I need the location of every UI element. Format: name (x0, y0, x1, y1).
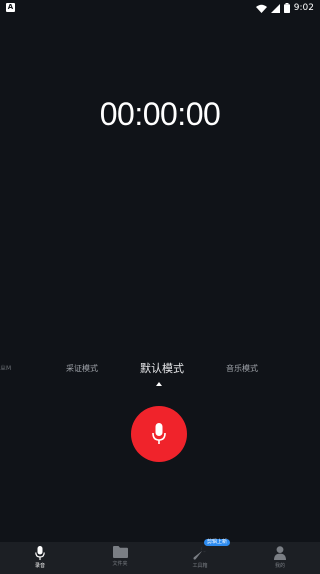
status-time: 9:02 (293, 3, 314, 13)
mode-default-selected[interactable]: 默认模式 (140, 360, 184, 378)
signal-icon (270, 3, 280, 13)
folder-icon (112, 546, 128, 558)
wifi-icon (255, 4, 267, 13)
record-button[interactable] (131, 406, 187, 462)
recorder-screen: A 9:02 00:00:00 ㄓM 采证模式 默认模式 音乐模式 录音 文件夹… (0, 0, 320, 574)
new-feature-badge: 剪辑上新 (204, 539, 231, 546)
mode-selected-indicator (156, 382, 162, 386)
microphone-icon (35, 546, 45, 560)
nav-label-record: 录音 (34, 563, 45, 569)
mode-selector[interactable]: ㄓM 采证模式 默认模式 音乐模式 (0, 360, 320, 380)
battery-icon (283, 3, 290, 13)
microphone-icon (152, 423, 166, 444)
user-icon (274, 546, 286, 560)
nav-label-toolbox: 工具箱 (192, 563, 208, 569)
nav-item-folder[interactable]: 文件夹 (80, 542, 160, 574)
nav-item-profile[interactable]: 我的 (240, 542, 320, 574)
nav-item-record[interactable]: 录音 (0, 542, 80, 574)
mode-evidence[interactable]: 采证模式 (66, 360, 98, 378)
nav-item-toolbox[interactable]: 剪辑上新 工具箱 (160, 539, 240, 574)
wrench-icon (193, 546, 207, 560)
notification-icon: A (6, 3, 15, 12)
recording-timer: 00:00:00 (99, 96, 221, 132)
bottom-nav: 录音 文件夹 剪辑上新 工具箱 我的 (0, 539, 320, 574)
nav-label-folder: 文件夹 (112, 561, 128, 567)
nav-label-profile: 我的 (274, 563, 285, 569)
status-icons: 9:02 (255, 2, 314, 14)
mode-music[interactable]: 音乐模式 (226, 360, 258, 378)
status-bar: A 9:02 (0, 0, 320, 16)
mode-item-partial[interactable]: ㄓM (0, 360, 11, 378)
